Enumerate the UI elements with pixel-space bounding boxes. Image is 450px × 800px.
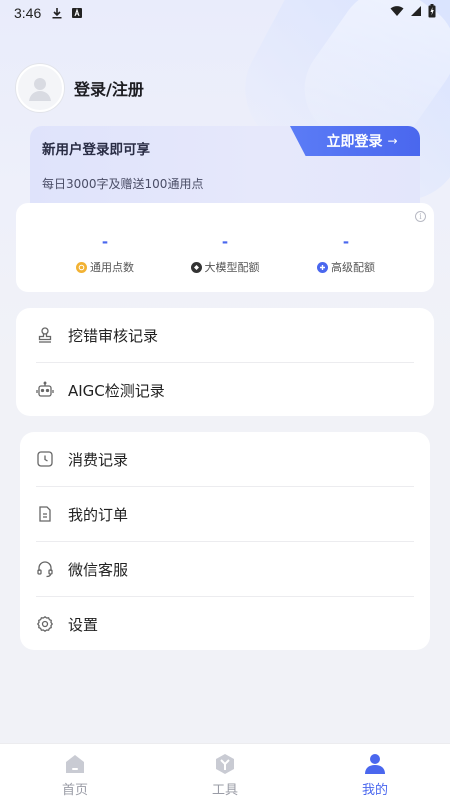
- login-now-button[interactable]: 立即登录 →: [290, 126, 420, 156]
- menu-label: 消费记录: [68, 450, 129, 469]
- gear-icon: [36, 615, 54, 633]
- nav-label: 工具: [211, 783, 238, 798]
- avatar[interactable]: [16, 64, 64, 112]
- quota-card: i - 通用点数 - 大模型配额 - 高级配额: [16, 203, 434, 292]
- status-bar: 3:46: [0, 0, 450, 26]
- model-icon: [190, 261, 202, 273]
- headset-icon: [36, 560, 54, 578]
- banner-subtitle: 每日3000字及赠送100通用点: [42, 177, 204, 191]
- nav-tab-home[interactable]: 首页: [35, 752, 115, 798]
- info-icon[interactable]: i: [415, 211, 426, 222]
- avatar-placeholder-icon: [29, 78, 51, 101]
- menu-label: 我的订单: [68, 505, 129, 524]
- profile-header[interactable]: 登录/注册: [16, 64, 144, 112]
- quota-value: -: [101, 233, 109, 251]
- menu-item-wechat-support[interactable]: 微信客服: [36, 542, 414, 596]
- banner-title: 新用户登录即可享: [42, 142, 150, 158]
- quota-label: 通用点数: [90, 261, 134, 274]
- quota-value: -: [342, 233, 350, 251]
- menu-label: 微信客服: [68, 560, 129, 579]
- battery-charging-icon: [428, 4, 436, 22]
- login-now-label: 立即登录: [326, 134, 383, 150]
- nav-tab-mine[interactable]: 我的: [335, 752, 415, 798]
- quota-advanced-quota[interactable]: - 高级配额: [276, 233, 416, 275]
- user-icon: [363, 752, 387, 776]
- menu-label: 设置: [68, 615, 99, 634]
- app-notification-icon: [71, 7, 83, 19]
- home-icon: [63, 752, 87, 776]
- tools-icon: [213, 752, 237, 776]
- menu-label: AIGC检测记录: [68, 381, 165, 400]
- bottom-nav: 首页 工具 我的: [0, 743, 450, 800]
- quota-label: 高级配额: [331, 261, 375, 274]
- nav-label: 首页: [61, 783, 88, 798]
- coin-icon: [76, 261, 87, 273]
- menu-item-consumption-records[interactable]: 消费记录: [36, 432, 414, 486]
- order-document-icon: [36, 505, 54, 523]
- robot-icon: [36, 381, 54, 399]
- menu-item-error-review-records[interactable]: 挖错审核记录: [36, 308, 414, 362]
- login-register-link[interactable]: 登录/注册: [74, 76, 144, 100]
- menu-item-aigc-detection-records[interactable]: AIGC检测记录: [36, 363, 414, 417]
- download-icon: [51, 7, 63, 19]
- quota-value: -: [221, 233, 229, 251]
- status-time: 3:46: [14, 5, 42, 21]
- quota-model-quota[interactable]: - 大模型配额: [155, 233, 295, 275]
- records-card: 挖错审核记录 AIGC检测记录: [16, 308, 434, 416]
- menu-label: 挖错审核记录: [68, 326, 159, 345]
- nav-tab-tools[interactable]: 工具: [185, 752, 265, 798]
- clock-icon: [36, 450, 54, 468]
- menu-item-my-orders[interactable]: 我的订单: [36, 487, 414, 541]
- arrow-right-icon: →: [387, 134, 398, 148]
- nav-label: 我的: [361, 783, 388, 798]
- account-menu-card: 消费记录 我的订单 微信客服 设置: [20, 432, 430, 650]
- stamp-icon: [36, 326, 54, 344]
- quota-general-points[interactable]: - 通用点数: [35, 233, 175, 275]
- wifi-icon: [390, 5, 404, 21]
- signal-icon: [410, 5, 422, 21]
- plus-icon: [317, 261, 328, 273]
- quota-label: 大模型配额: [204, 261, 260, 274]
- menu-item-settings[interactable]: 设置: [36, 597, 414, 651]
